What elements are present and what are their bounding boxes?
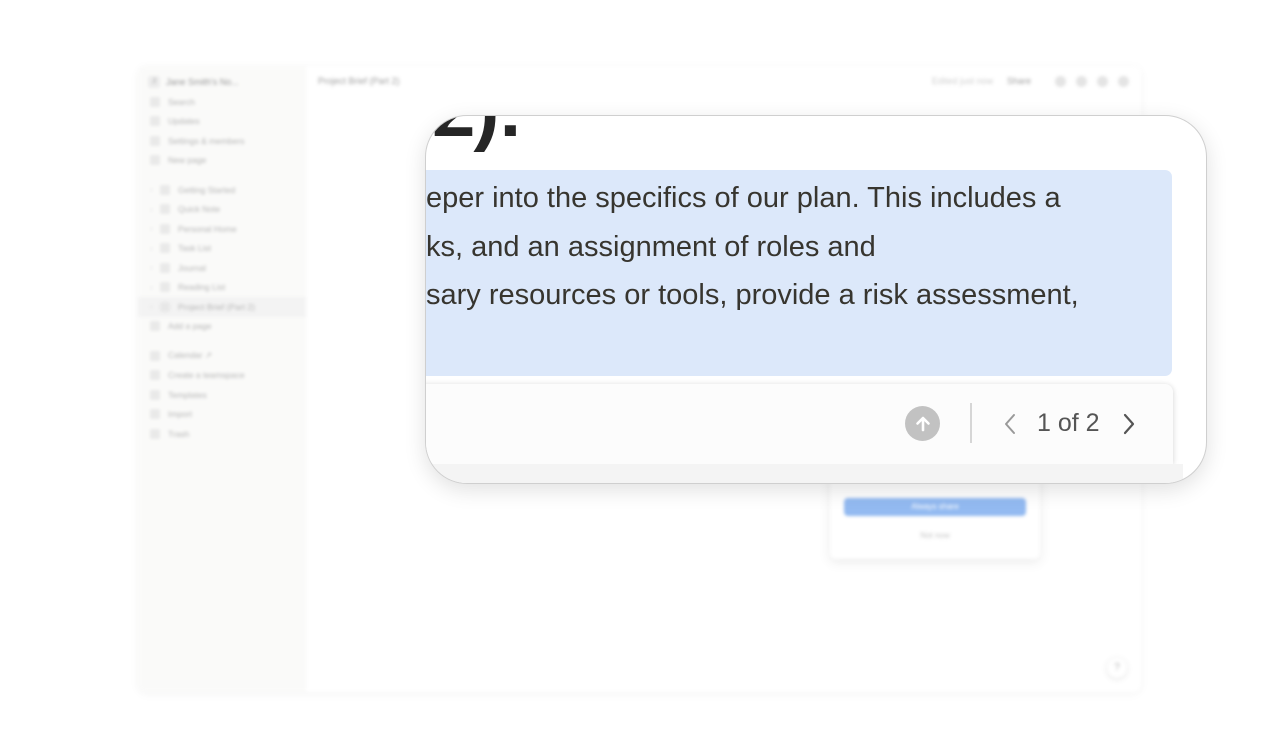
- arrow-up-icon: [915, 416, 930, 431]
- pin-icon: [160, 204, 170, 215]
- sidebar-item-label: Search: [168, 96, 195, 107]
- sidebar-item-templates[interactable]: Templates: [138, 385, 306, 405]
- workspace-avatar: J: [148, 76, 160, 88]
- workspace-name: Jane Smith's No...: [166, 77, 239, 87]
- template-icon: [150, 389, 160, 400]
- breadcrumb[interactable]: Project Brief (Part 2): [318, 76, 932, 86]
- sidebar-page-getting-started[interactable]: › Getting Started: [138, 180, 306, 200]
- chevron-right-icon[interactable]: ›: [150, 283, 156, 292]
- sidebar-item-label: Updates: [168, 116, 200, 127]
- sidebar-item-label: Settings & members: [168, 135, 245, 146]
- sidebar-item-label: Personal Home: [178, 223, 237, 234]
- import-icon: [150, 409, 160, 420]
- submit-button[interactable]: [905, 406, 940, 441]
- sidebar-item-label: Calendar ↗: [168, 350, 212, 361]
- share-popup: Always share Not now: [830, 471, 1040, 559]
- clock-icon: [150, 116, 160, 127]
- help-button[interactable]: ?: [1107, 658, 1127, 678]
- share-button[interactable]: Share: [1007, 76, 1031, 86]
- sidebar-item-create-teamspace[interactable]: Create a teamspace: [138, 366, 306, 386]
- sidebar-item-import[interactable]: Import: [138, 405, 306, 425]
- sidebar-item-settings[interactable]: Settings & members: [138, 131, 306, 151]
- paragraph-line: ks, and an assignment of roles and: [426, 231, 876, 263]
- history-icon[interactable]: [1076, 75, 1087, 87]
- more-icon[interactable]: [1118, 75, 1129, 87]
- sidebar-item-label: Project Brief (Part 2): [178, 301, 255, 312]
- page-icon: [160, 301, 170, 312]
- sidebar-item-updates[interactable]: Updates: [138, 112, 306, 132]
- calendar-icon: [150, 350, 160, 361]
- next-match-button[interactable]: [1117, 410, 1141, 438]
- sidebar-item-search[interactable]: Search: [138, 92, 306, 112]
- page-title-fragment: 2):: [432, 116, 523, 155]
- sidebar-page-task-list[interactable]: › Task List: [138, 239, 306, 259]
- chevron-left-icon: [1005, 414, 1015, 434]
- previous-match-button[interactable]: [998, 410, 1022, 438]
- sidebar-item-new-page[interactable]: New page: [138, 151, 306, 171]
- sidebar-item-label: Getting Started: [178, 184, 236, 195]
- checklist-icon: [160, 243, 170, 254]
- match-counter: 1 of 2: [1037, 409, 1100, 437]
- sidebar-item-label: Quick Note: [178, 204, 221, 215]
- sidebar-page-reading-list[interactable]: › Reading List: [138, 278, 306, 298]
- not-now-button[interactable]: Not now: [830, 531, 1040, 540]
- teamspace-icon: [150, 370, 160, 381]
- gear-icon: [150, 135, 160, 146]
- sidebar-item-label: Add a page: [168, 321, 212, 332]
- chevron-right-icon[interactable]: ›: [150, 185, 156, 194]
- comment-icon[interactable]: [1055, 75, 1066, 87]
- book-icon: [160, 262, 170, 273]
- chevron-right-icon: [1123, 413, 1135, 435]
- search-icon: [150, 96, 160, 107]
- sidebar-item-label: Import: [168, 409, 193, 420]
- sidebar-item-trash[interactable]: Trash: [138, 424, 306, 444]
- paragraph-line: sary resources or tools, provide a risk …: [426, 279, 1079, 311]
- always-share-button[interactable]: Always share: [844, 498, 1026, 516]
- sidebar-item-label: Templates: [168, 389, 207, 400]
- chevron-right-icon[interactable]: ›: [150, 205, 156, 214]
- sidebar-page-journal[interactable]: › Journal: [138, 258, 306, 278]
- chevron-right-icon[interactable]: ›: [150, 244, 156, 253]
- plus-icon: [150, 321, 160, 332]
- paragraph-line: eper into the specifics of our plan. Thi…: [426, 182, 1061, 214]
- sidebar-add-page[interactable]: Add a page: [138, 317, 306, 337]
- find-bar-footer: [426, 464, 1183, 483]
- plus-circle-icon: [150, 155, 160, 166]
- chevron-right-icon[interactable]: ›: [150, 263, 156, 272]
- top-bar: Project Brief (Part 2) Edited just now S…: [306, 66, 1141, 96]
- magnified-lens: 2): eper into the specifics of our plan.…: [425, 115, 1207, 484]
- chevron-right-icon[interactable]: ›: [150, 224, 156, 233]
- chevron-right-icon[interactable]: ›: [150, 302, 156, 311]
- sidebar-item-label: Task List: [178, 243, 212, 254]
- sidebar-item-label: Create a teamspace: [168, 370, 245, 381]
- sidebar-page-project-brief[interactable]: › Project Brief (Part 2): [138, 297, 306, 317]
- sidebar-page-personal-home[interactable]: › Personal Home: [138, 219, 306, 239]
- person-icon: [160, 223, 170, 234]
- list-icon: [160, 282, 170, 293]
- sidebar-item-label: Reading List: [178, 282, 226, 293]
- sidebar-page-quick-note[interactable]: › Quick Note: [138, 200, 306, 220]
- sidebar-item-label: New page: [168, 155, 207, 166]
- edited-status: Edited just now: [931, 76, 993, 86]
- sidebar-item-label: Trash: [168, 428, 190, 439]
- star-icon[interactable]: [1097, 75, 1108, 87]
- sidebar: J Jane Smith's No... Search Updates Sett…: [138, 66, 306, 692]
- trash-icon: [150, 428, 160, 439]
- divider: [970, 403, 972, 443]
- page-icon: [160, 184, 170, 195]
- sidebar-item-label: Journal: [178, 262, 206, 273]
- sidebar-item-calendar[interactable]: Calendar ↗: [138, 346, 306, 366]
- workspace-switcher[interactable]: J Jane Smith's No...: [138, 72, 306, 92]
